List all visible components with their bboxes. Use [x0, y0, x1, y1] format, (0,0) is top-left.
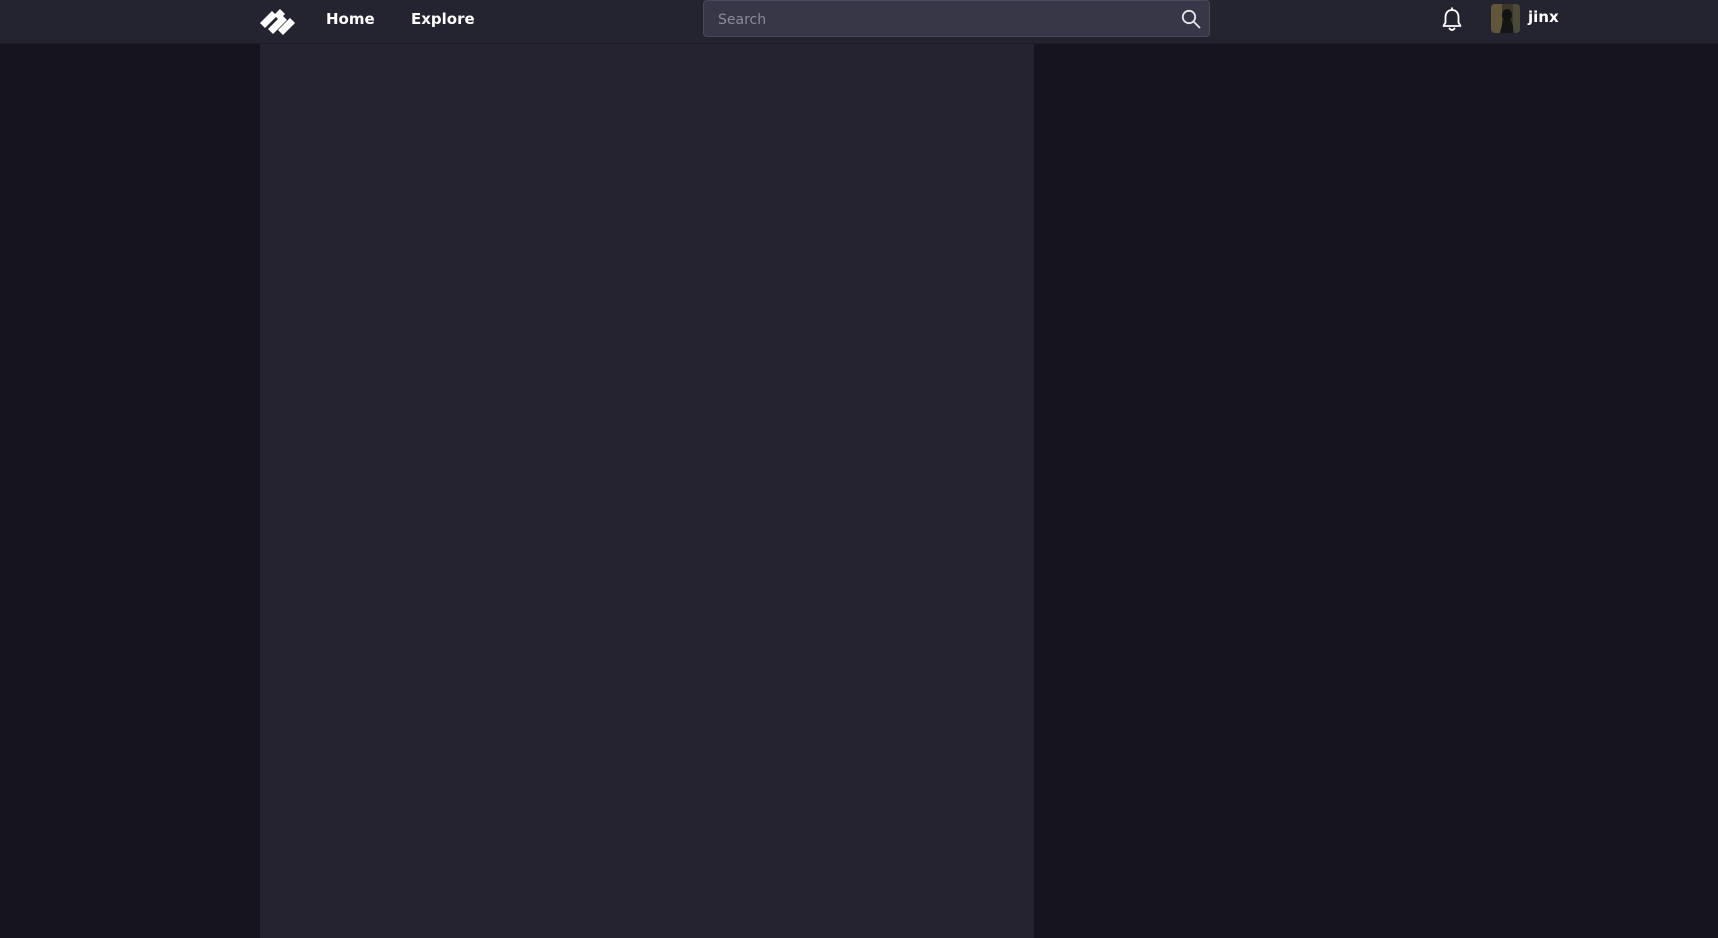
nav-explore-link[interactable]: Explore	[411, 9, 475, 29]
search-icon[interactable]	[1181, 9, 1201, 29]
bell-icon[interactable]	[1440, 7, 1464, 33]
logo-icon[interactable]	[260, 5, 300, 35]
main-content-panel	[260, 44, 1034, 938]
username[interactable]: jinx	[1528, 7, 1559, 27]
avatar[interactable]	[1491, 4, 1520, 33]
avatar-image	[1491, 4, 1520, 33]
nav-home-link[interactable]: Home	[326, 9, 375, 29]
top-navigation-bar: Home Explore jinx	[0, 0, 1718, 44]
search-input[interactable]	[716, 1, 1160, 38]
search-bar	[703, 0, 1210, 38]
